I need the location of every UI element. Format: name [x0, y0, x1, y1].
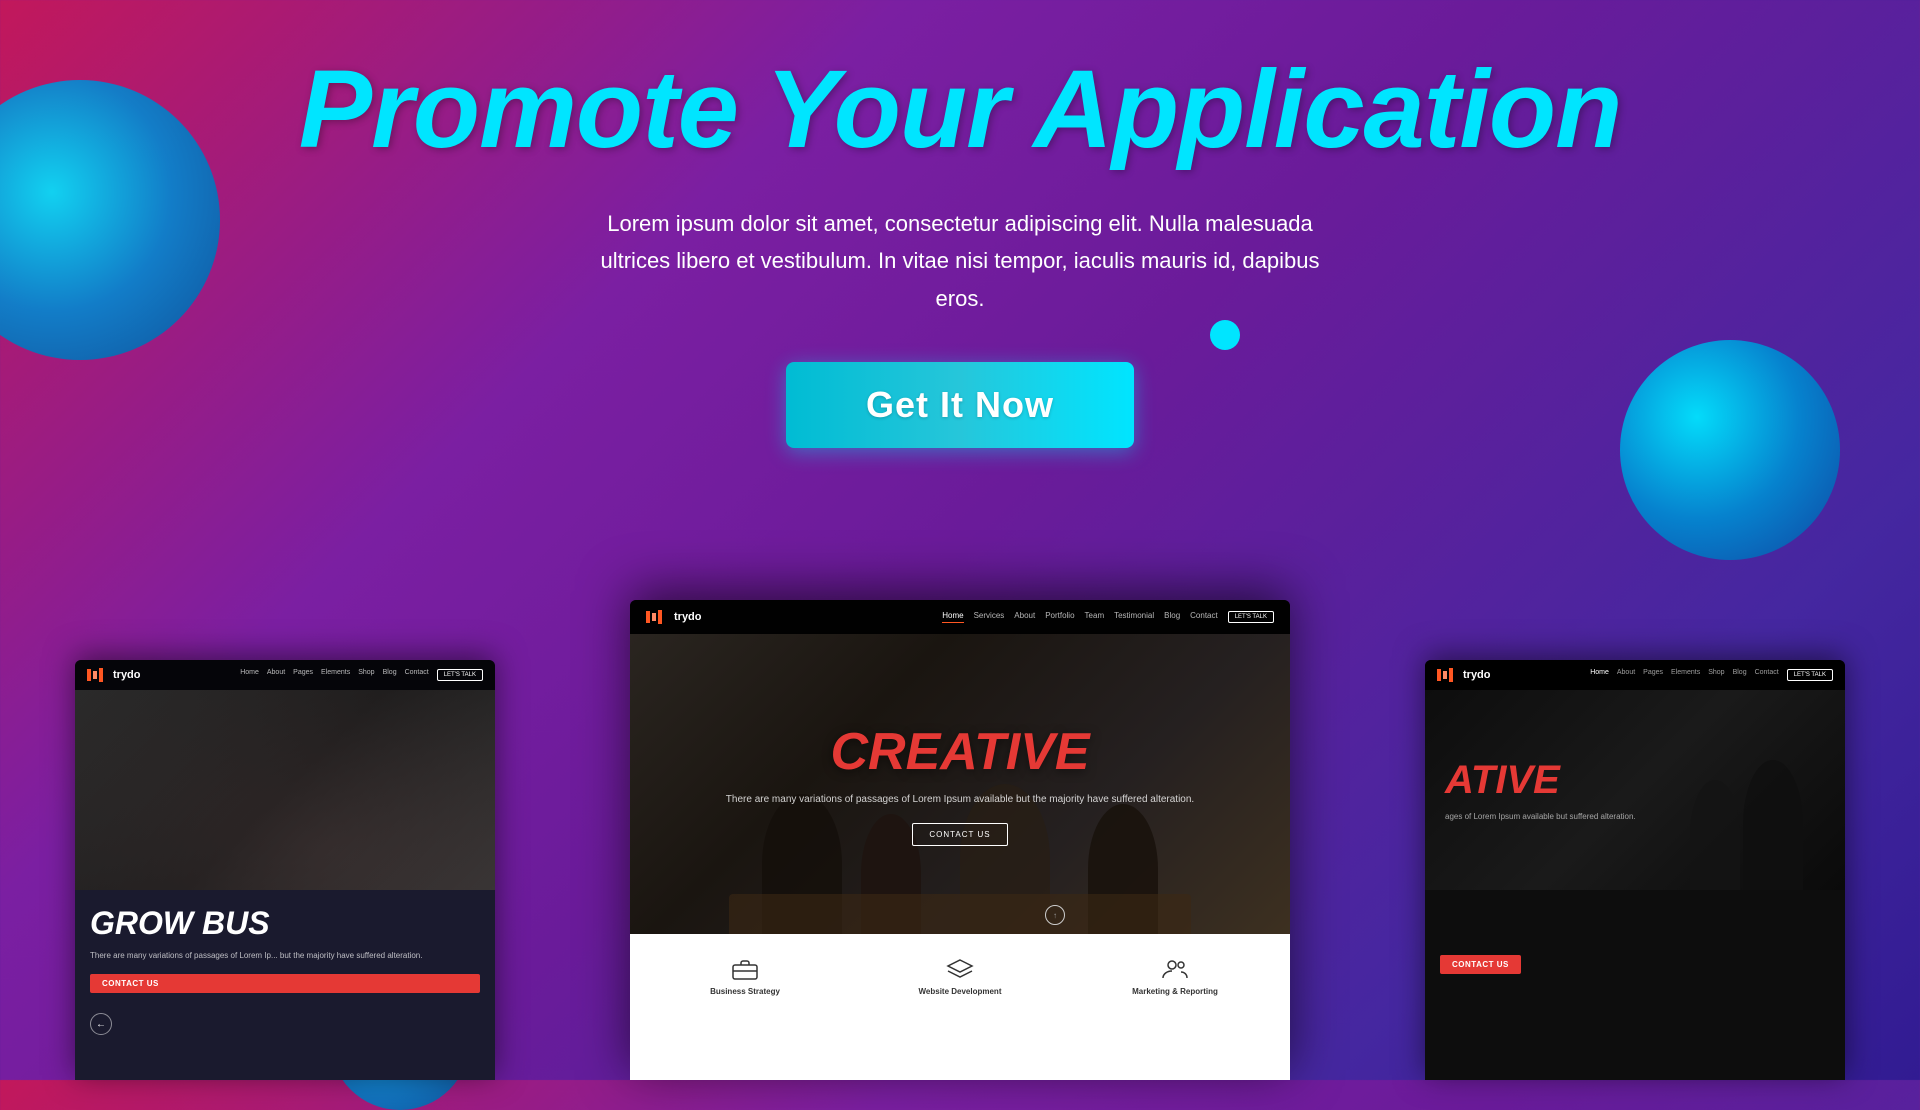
- services-bar: ↑ Business Strategy: [630, 934, 1290, 1080]
- screenshot-left: trydo Home About Pages Elements Shop Blo…: [75, 660, 495, 1080]
- right-nav-shop[interactable]: Shop: [1708, 669, 1724, 681]
- right-nav-contact[interactable]: Contact: [1755, 669, 1779, 681]
- service-development-label: Website Development: [919, 987, 1002, 996]
- center-nav-services[interactable]: Services: [974, 611, 1005, 623]
- center-nav-cta[interactable]: LET'S TALK: [1228, 611, 1274, 623]
- briefcase-icon: [730, 957, 760, 981]
- left-nav-pages[interactable]: Pages: [293, 669, 313, 681]
- left-body-text: There are many variations of passages of…: [90, 950, 480, 962]
- right-logo-bar-1: [1437, 669, 1441, 681]
- right-nav-bar: trydo Home About Pages Elements Shop Blo…: [1425, 660, 1845, 690]
- scroll-indicator-icon: ↑: [1045, 905, 1065, 925]
- left-logo-icon: [87, 668, 103, 682]
- left-nav-cta[interactable]: LET'S TALK: [437, 669, 483, 681]
- center-nav-bar: trydo Home Services About Portfolio Team…: [630, 600, 1290, 634]
- right-logo-bar-3: [1449, 668, 1453, 682]
- center-contact-button[interactable]: CONTACT US: [912, 823, 1007, 846]
- left-heading: GROW BUS: [90, 905, 480, 942]
- right-nav-pages[interactable]: Pages: [1643, 669, 1663, 681]
- right-nav-about[interactable]: About: [1617, 669, 1635, 681]
- hero-subtitle: Lorem ipsum dolor sit amet, consectetur …: [585, 205, 1335, 317]
- center-nav-portfolio[interactable]: Portfolio: [1045, 611, 1074, 623]
- people-background: [630, 634, 1290, 934]
- center-logo-bar-2: [652, 613, 656, 621]
- screenshot-center: trydo Home Services About Portfolio Team…: [630, 600, 1290, 1080]
- right-heading: ATIVE: [1445, 758, 1825, 803]
- left-nav-home[interactable]: Home: [240, 669, 259, 681]
- center-nav-links: Home Services About Portfolio Team Testi…: [942, 611, 1274, 623]
- center-logo-text: trydo: [674, 611, 702, 623]
- logo-bar-2: [93, 671, 97, 679]
- right-nav-links: Home About Pages Elements Shop Blog Cont…: [1590, 669, 1833, 681]
- center-heading: CREATIVE: [830, 722, 1089, 782]
- logo-bar-1: [87, 669, 91, 681]
- center-nav-about[interactable]: About: [1014, 611, 1035, 623]
- service-marketing-label: Marketing & Reporting: [1132, 987, 1218, 996]
- right-nav-blog[interactable]: Blog: [1733, 669, 1747, 681]
- left-content-area: GROW BUS There are many variations of pa…: [75, 890, 495, 1080]
- left-logo-text: trydo: [113, 669, 141, 681]
- right-logo-bar-2: [1443, 671, 1447, 679]
- center-hero-image: CREATIVE There are many variations of pa…: [630, 634, 1290, 934]
- left-nav-about[interactable]: About: [267, 669, 285, 681]
- left-nav-shop[interactable]: Shop: [358, 669, 374, 681]
- left-nav-bar: trydo Home About Pages Elements Shop Blo…: [75, 660, 495, 690]
- right-logo-icon: [1437, 668, 1453, 682]
- cta-button[interactable]: Get It Now: [786, 362, 1134, 448]
- layers-icon: [945, 957, 975, 981]
- left-nav-elements[interactable]: Elements: [321, 669, 350, 681]
- page-title: Promote Your Application: [0, 55, 1920, 165]
- logo-bar-3: [99, 668, 103, 682]
- left-nav-blog[interactable]: Blog: [383, 669, 397, 681]
- center-logo-bar-1: [646, 611, 650, 623]
- center-logo-icon: [646, 610, 662, 624]
- left-contact-button[interactable]: CONTACT US: [90, 974, 480, 993]
- users-icon: [1160, 957, 1190, 981]
- left-hero-image: [75, 690, 495, 890]
- service-strategy-label: Business Strategy: [710, 987, 780, 996]
- screenshot-right: trydo Home About Pages Elements Shop Blo…: [1425, 660, 1845, 1080]
- service-item-strategy: Business Strategy: [640, 949, 850, 1004]
- right-body-text: ages of Lorem Ipsum available but suffer…: [1445, 811, 1825, 823]
- right-logo-text: trydo: [1463, 669, 1491, 681]
- right-nav-elements[interactable]: Elements: [1671, 669, 1700, 681]
- center-nav-team[interactable]: Team: [1085, 611, 1105, 623]
- service-item-development: Website Development: [855, 949, 1065, 1004]
- center-nav-home[interactable]: Home: [942, 611, 963, 623]
- left-arrow-icon[interactable]: ←: [90, 1013, 112, 1035]
- right-hero-image: ATIVE ages of Lorem Ipsum available but …: [1425, 690, 1845, 890]
- left-nav-links: Home About Pages Elements Shop Blog Cont…: [240, 669, 483, 681]
- center-nav-contact[interactable]: Contact: [1190, 611, 1218, 623]
- right-nav-cta[interactable]: LET'S TALK: [1787, 669, 1833, 681]
- left-nav-contact[interactable]: Contact: [405, 669, 429, 681]
- right-contact-button[interactable]: CONTACT US: [1440, 955, 1521, 974]
- service-item-marketing: Marketing & Reporting: [1070, 949, 1280, 1004]
- screenshots-container: trydo Home About Pages Elements Shop Blo…: [0, 580, 1920, 1080]
- right-nav-home[interactable]: Home: [1590, 669, 1609, 681]
- center-logo-bar-3: [658, 610, 662, 624]
- hero-section: Promote Your Application Lorem ipsum dol…: [0, 0, 1920, 448]
- center-nav-blog[interactable]: Blog: [1164, 611, 1180, 623]
- center-nav-testimonial[interactable]: Testimonial: [1114, 611, 1154, 623]
- right-content-area: CONTACT US: [1425, 890, 1845, 1080]
- center-body-text: There are many variations of passages of…: [726, 792, 1194, 808]
